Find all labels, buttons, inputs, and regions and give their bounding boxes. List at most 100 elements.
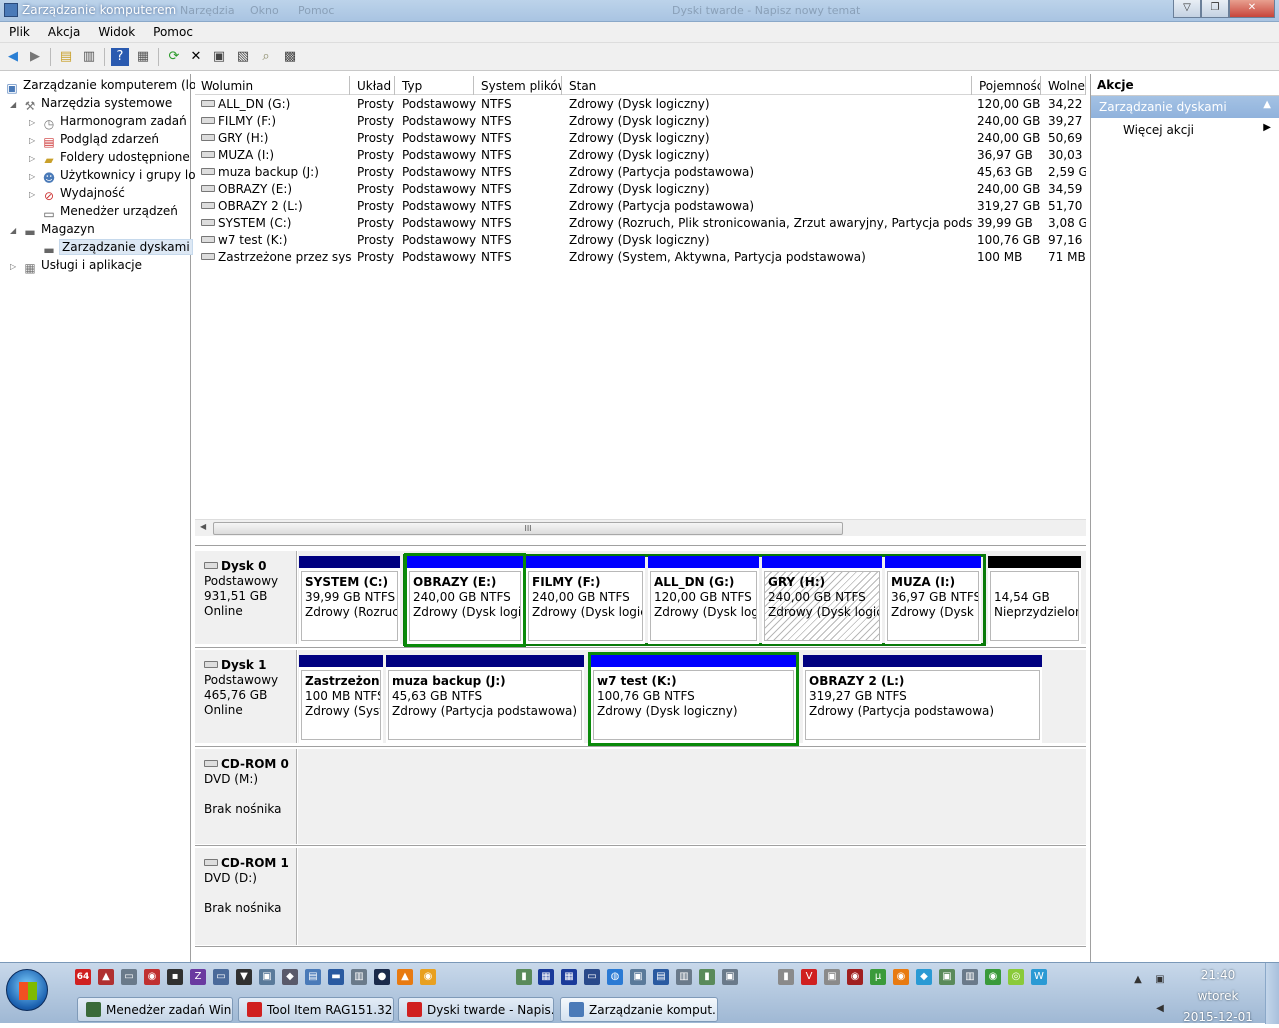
quicklaunch-app-icon[interactable]: ▣ — [824, 969, 840, 985]
settings-icon[interactable]: ▩ — [281, 48, 299, 66]
tree-item-services[interactable]: ▷ ▦ Usługi i aplikacje — [10, 256, 142, 275]
partition-d0-5[interactable]: MUZA (I:)36,97 GB NTFSZdrowy (Dysk logic… — [885, 556, 981, 644]
disk-0-label[interactable]: Dysk 0 Podstawowy 931,51 GB Online — [195, 551, 297, 644]
scroll-thumb[interactable]: III — [213, 522, 843, 535]
maximize-button[interactable]: ❐ — [1201, 0, 1229, 18]
tree-item-event-viewer[interactable]: ▷ ▤ Podgląd zdarzeń — [29, 130, 159, 149]
menu-widok[interactable]: Widok — [89, 22, 144, 39]
table-row[interactable]: GRY (H:) Prosty Podstawowy NTFS Zdrowy (Dysk… — [195, 130, 1086, 147]
quicklaunch-app-icon[interactable]: W — [1031, 969, 1047, 985]
quicklaunch-app-icon[interactable]: ▮ — [699, 969, 715, 985]
quicklaunch-app-icon[interactable]: ◉ — [893, 969, 909, 985]
start-button[interactable] — [6, 969, 48, 1011]
quicklaunch-app-icon[interactable]: ◆ — [916, 969, 932, 985]
show-tree-icon[interactable]: ▥ — [80, 48, 98, 66]
partition-d0-1[interactable]: OBRAZY (E:) 240,00 GB NTFS Zdrowy (Dysk lo… — [404, 553, 526, 647]
taskbar-button-computer-management[interactable]: Zarządzanie komput... — [560, 997, 718, 1022]
search-icon[interactable]: ⌕ — [257, 48, 275, 66]
disk-1-label[interactable]: Dysk 1 Podstawowy 465,76 GB Online — [195, 650, 297, 743]
show-hidden-icons-icon[interactable]: ▲ — [1130, 972, 1146, 988]
forward-arrow-icon[interactable]: ▶ — [26, 48, 44, 66]
system-clock[interactable]: 21:40 wtorek 2015-12-01 — [1183, 965, 1253, 1028]
partition-d0-4[interactable]: GRY (H:)240,00 GB NTFSZdrowy (Dysk logic… — [762, 556, 882, 644]
quicklaunch-app-icon[interactable]: ◉ — [985, 969, 1001, 985]
partition-d0-2[interactable]: FILMY (F:) 240,00 GB NTFS Zdrowy (Dysk log… — [526, 556, 645, 644]
menu-akcja[interactable]: Akcja — [39, 22, 89, 39]
cdrom-0-label[interactable]: CD-ROM 0 DVD (M:) Brak nośnika — [195, 749, 297, 844]
quicklaunch-vivaldi-icon[interactable]: V — [801, 969, 817, 985]
show-desktop-button[interactable] — [1265, 963, 1279, 1024]
tree-item-device-manager[interactable]: ▭ Menedżer urządzeń — [29, 202, 178, 221]
taskbar-button-vivaldi-2[interactable]: Dyski twarde - Napis... — [398, 997, 554, 1022]
quicklaunch-globe-icon[interactable]: ◍ — [607, 969, 623, 985]
quicklaunch-window-icon[interactable]: ▭ — [213, 969, 229, 985]
column-header-type[interactable]: Typ — [396, 76, 474, 95]
tree-item-system-tools[interactable]: ◢ ⚒ Narzędzia systemowe — [10, 94, 172, 114]
quicklaunch-terminal-icon[interactable]: ▪ — [167, 969, 183, 985]
tree-item-performance[interactable]: ▷ ⊘ Wydajność — [29, 184, 125, 203]
table-row[interactable]: w7 test (K:) Prosty Podstawowy NTFS Zdrowy (… — [195, 232, 1086, 249]
quicklaunch-app-icon[interactable]: ▥ — [676, 969, 692, 985]
cdrom-1-label[interactable]: CD-ROM 1 DVD (D:) Brak nośnika — [195, 848, 297, 945]
menu-pomoc[interactable]: Pomoc — [144, 22, 202, 39]
partition-d0-0[interactable]: SYSTEM (C:) 39,99 GB NTFS Zdrowy (Rozruch — [299, 556, 400, 644]
menu-plik[interactable]: Plik — [0, 22, 39, 39]
quicklaunch-app-icon[interactable]: ▭ — [121, 969, 137, 985]
open-icon[interactable]: ▧ — [234, 48, 252, 66]
tree-item-shared-folders[interactable]: ▷ ▰ Foldery udostępnione — [29, 148, 190, 167]
partition-d1-3[interactable]: OBRAZY 2 (L:) 319,27 GB NTFS Zdrowy (Party… — [803, 655, 1042, 743]
quicklaunch-vlc-icon[interactable]: ▲ — [397, 969, 413, 985]
help-icon[interactable]: ? — [111, 48, 129, 66]
collapse-arrow-icon[interactable]: ◢ — [10, 222, 22, 240]
quicklaunch-z-icon[interactable]: Z — [190, 969, 206, 985]
quicklaunch-app-icon[interactable]: ▣ — [630, 969, 646, 985]
collapse-arrow-icon[interactable]: ◢ — [10, 96, 22, 114]
taskbar-button-vivaldi-1[interactable]: Tool Item RAG151.32... — [238, 997, 394, 1022]
table-row[interactable]: Zastrzeżone przez system Prosty Podstawowy… — [195, 249, 1086, 266]
table-row[interactable]: ALL_DN (G:) Prosty Podstawowy NTFS Zdrowy (D… — [195, 96, 1086, 113]
quicklaunch-app-icon[interactable]: ▤ — [653, 969, 669, 985]
quicklaunch-utorrent-icon[interactable]: µ — [870, 969, 886, 985]
column-header-free[interactable]: Wolne — [1042, 76, 1086, 95]
quicklaunch-app-icon[interactable]: ▣ — [259, 969, 275, 985]
quicklaunch-grid-icon[interactable]: ▦ — [538, 969, 554, 985]
quicklaunch-64-icon[interactable]: 64 — [75, 969, 91, 985]
column-header-status[interactable]: Stan — [563, 76, 972, 95]
quicklaunch-app-icon[interactable]: ▤ — [305, 969, 321, 985]
quicklaunch-app-icon[interactable]: ▥ — [351, 969, 367, 985]
quicklaunch-window-icon[interactable]: ▭ — [584, 969, 600, 985]
quicklaunch-grid-icon[interactable]: ▦ — [561, 969, 577, 985]
more-actions-item[interactable]: Więcej akcji ▶ — [1091, 118, 1279, 140]
table-row[interactable]: OBRAZY (E:) Prosty Podstawowy NTFS Zdrowy (D… — [195, 181, 1086, 198]
column-header-volume[interactable]: Wolumin — [195, 76, 350, 95]
quicklaunch-pdf-icon[interactable]: ▲ — [98, 969, 114, 985]
close-button[interactable]: ✕ — [1229, 0, 1275, 18]
table-row[interactable]: MUZA (I:) Prosty Podstawowy NTFS Zdrowy (Dys… — [195, 147, 1086, 164]
actions-section-disk-management[interactable]: Zarządzanie dyskami ▲ — [1091, 96, 1279, 118]
partition-d0-3[interactable]: ALL_DN (G:) 120,00 GB NTFS Zdrowy (Dysk lo… — [648, 556, 759, 644]
volume-icon[interactable]: ◀ — [1152, 1001, 1168, 1017]
quicklaunch-game-icon[interactable]: ▼ — [236, 969, 252, 985]
back-arrow-icon[interactable]: ◀ — [4, 48, 22, 66]
tree-item-task-scheduler[interactable]: ▷ ◷ Harmonogram zadań — [29, 112, 187, 131]
show-action-pane-icon[interactable]: ▦ — [134, 48, 152, 66]
properties-icon[interactable]: ▣ — [210, 48, 228, 66]
quicklaunch-app-icon[interactable]: ◉ — [847, 969, 863, 985]
collapse-up-icon[interactable]: ▲ — [1263, 99, 1271, 110]
quicklaunch-monitor-icon[interactable]: ▬ — [328, 969, 344, 985]
taskbar-button-task-manager[interactable]: Menedżer zadań Win... — [77, 997, 233, 1022]
minimize-button[interactable]: ▽ — [1173, 0, 1201, 18]
partition-d1-0[interactable]: Zastrzeżone100 MB NTFSZdrowy (System — [299, 655, 383, 743]
network-icon[interactable]: ▣ — [1152, 972, 1168, 988]
table-row[interactable]: SYSTEM (C:) Prosty Podstawowy NTFS Zdrowy (R… — [195, 215, 1086, 232]
tree-item-disk-management[interactable]: ▬ Zarządzanie dyskami — [29, 238, 193, 257]
refresh-icon[interactable]: ⟳ — [165, 48, 183, 66]
partition-d1-2[interactable]: w7 test (K:) 100,76 GB NTFS Zdrowy (Dysk l… — [588, 652, 799, 746]
table-row[interactable]: FILMY (F:) Prosty Podstawowy NTFS Zdrowy (Dy… — [195, 113, 1086, 130]
column-header-capacity[interactable]: Pojemność — [973, 76, 1041, 95]
quicklaunch-app-icon[interactable]: ▮ — [516, 969, 532, 985]
quicklaunch-steam-icon[interactable]: ● — [374, 969, 390, 985]
quicklaunch-cube-icon[interactable]: ◆ — [282, 969, 298, 985]
column-header-layout[interactable]: Układ — [351, 76, 395, 95]
quicklaunch-app-icon[interactable]: ▣ — [939, 969, 955, 985]
